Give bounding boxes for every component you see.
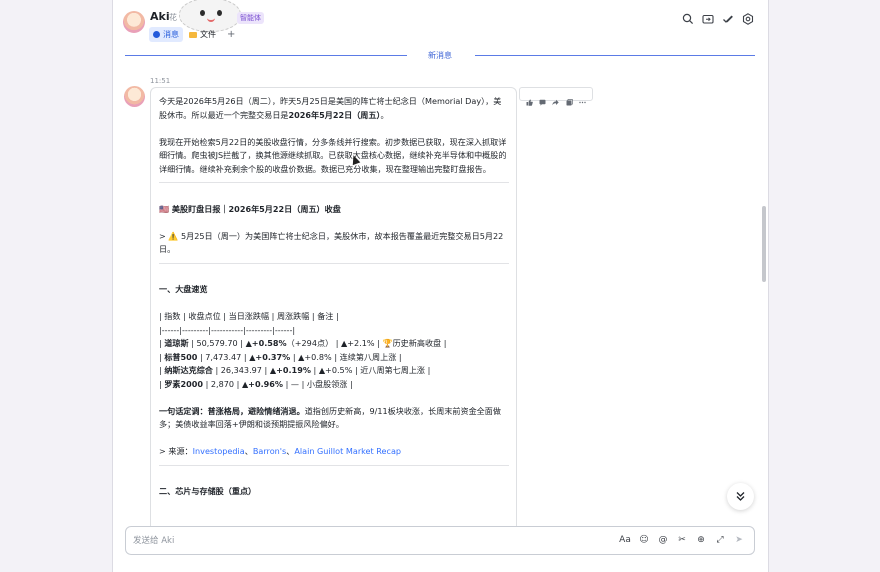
add-tab-button[interactable]: +: [223, 27, 239, 42]
plus-circle-icon[interactable]: ⊕: [695, 534, 707, 546]
folder-icon: [189, 31, 197, 38]
forward-icon[interactable]: [702, 10, 714, 24]
summary-paragraph: 一句话定调：普涨格局，避险情绪消退。道指创历史新高，9/11板块收涨，长周末前资…: [159, 405, 501, 430]
agent-badge: 智能体: [237, 12, 264, 24]
chat-window: Aki 花 智能体 消息 文件 + 新消息 11:51 今天是2026年5月26: [112, 0, 769, 572]
divider: [159, 182, 509, 183]
mention-icon[interactable]: @: [657, 534, 669, 546]
search-icon[interactable]: [682, 10, 694, 25]
divider: [159, 262, 509, 264]
section-heading: 二、芯片与存储股（重点）: [159, 486, 257, 496]
left-sidebar: [0, 0, 112, 572]
message-composer: Aa ☺ @ ✂ ⊕ ⤢ ➤: [125, 526, 755, 555]
double-chevron-down-icon: [735, 487, 746, 506]
message-actions: [519, 87, 593, 106]
message-time: 11:51: [150, 77, 171, 85]
source-link[interactable]: Alain Guillot Market Recap: [294, 446, 401, 456]
message-bubble: 今天是2026年5月26日（周二），昨天5月25日是美国的阵亡将士纪念日（Mem…: [150, 87, 517, 532]
copy-icon[interactable]: [566, 91, 573, 105]
right-panel: [769, 0, 880, 572]
table-row: | 罗素2000 | 2,870 | ▲+0.96% | — | 小盘股领涨 |: [159, 378, 353, 389]
divider: [159, 464, 509, 466]
table-row: | 道琼斯 | 50,579.70 | ▲+0.58%（+294点） | ▲+2…: [159, 338, 447, 348]
chat-subtitle: 花: [169, 13, 177, 22]
share-icon[interactable]: [552, 91, 560, 105]
report-title: 🇺🇸 美股盯盘日报｜2026年5月22日（周五）收盘: [159, 203, 341, 214]
table-row: | 标普500 | 7,473.47 | ▲+0.37% | ▲+0.8% | …: [159, 351, 402, 362]
new-messages-divider: 新消息: [125, 50, 755, 60]
settings-icon[interactable]: [742, 10, 754, 25]
message-input[interactable]: [133, 533, 573, 548]
thumbs-up-icon[interactable]: [526, 91, 533, 106]
section-heading: 一、大盘速览: [159, 284, 208, 294]
format-icon[interactable]: Aa: [619, 534, 631, 546]
scrollbar[interactable]: [762, 206, 766, 282]
composer-toolbar: Aa ☺ @ ✂ ⊕ ⤢ ➤: [619, 534, 745, 546]
reply-icon[interactable]: [539, 91, 546, 106]
source-link[interactable]: Investopedia: [193, 446, 245, 456]
avatar[interactable]: [123, 11, 145, 33]
avatar[interactable]: [124, 86, 145, 107]
table-header: | 指数 | 收盘点位 | 当日涨跌幅 | 周涨跌幅 | 备注 |: [159, 311, 339, 321]
message-paragraph: 我现在开始检索5月22日的美股收盘行情，分多条线并行搜索。初步数据已获取，现在深…: [159, 136, 507, 174]
sources-line: > 来源：Investopedia、Barron's、Alain Guillot…: [159, 446, 402, 456]
chat-title: Aki: [150, 10, 170, 23]
emoji-icon[interactable]: ☺: [638, 534, 650, 546]
tab-messages[interactable]: 消息: [149, 27, 183, 42]
message-paragraph: 今天是2026年5月26日（周二），昨天5月25日是美国的阵亡将士纪念日（Mem…: [159, 96, 502, 120]
more-icon[interactable]: [579, 91, 586, 103]
scroll-to-bottom-button[interactable]: [727, 483, 754, 510]
source-link[interactable]: Barron's: [253, 446, 286, 456]
table-row: | 纳斯达克综合 | 26,343.97 | ▲+0.19% | ▲+0.5% …: [159, 365, 431, 375]
chat-header: Aki 花 智能体 消息 文件 +: [113, 0, 768, 44]
table-separator: |------|---------|-----------|---------|…: [159, 324, 296, 335]
chat-icon: [153, 31, 160, 38]
expand-icon[interactable]: ⤢: [714, 534, 726, 546]
note-quote: > ⚠️ 5月25日（周一）为美国阵亡将士纪念日，美股休市，故本报告覆盖最近完整…: [159, 230, 504, 255]
scissors-icon[interactable]: ✂: [676, 534, 688, 546]
tab-files[interactable]: 文件: [185, 27, 220, 42]
send-icon[interactable]: ➤: [733, 534, 745, 546]
check-icon[interactable]: [722, 10, 734, 23]
header-actions: [682, 10, 754, 25]
